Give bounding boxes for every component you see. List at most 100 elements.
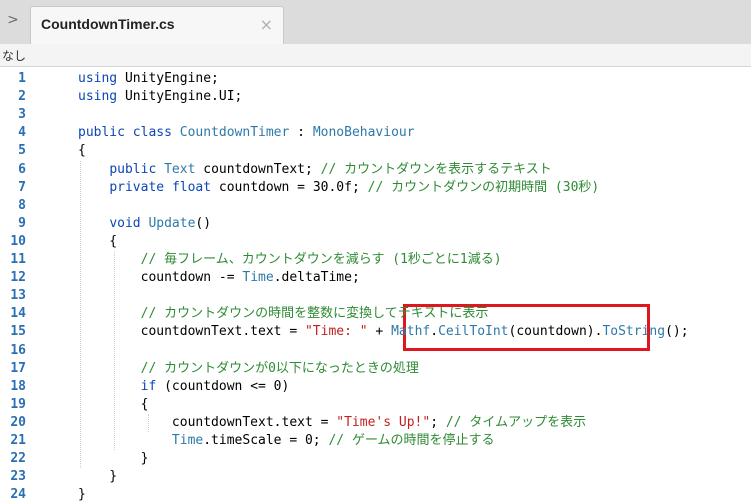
code-token: float	[171, 179, 212, 195]
code-line: 5{	[0, 142, 751, 160]
tab-title: CountdownTimer.cs	[41, 16, 175, 32]
code-line: 6 public Text countdownText; // カウントダウンを…	[0, 161, 751, 179]
code-token: if	[140, 378, 157, 394]
code-token: +	[367, 324, 392, 340]
code-token: {	[78, 143, 86, 159]
code-text: using UnityEngine.UI;	[78, 88, 242, 106]
code-line: 7 private float countdown = 30.0f; // カウ…	[0, 179, 751, 197]
code-text: // 毎フレーム、カウントダウンを減らす (1秒ごとに1減る)	[78, 251, 502, 269]
line-number: 6	[18, 161, 26, 177]
line-number: 15	[10, 324, 26, 340]
code-token: ;	[430, 414, 446, 430]
line-number: 2	[18, 89, 26, 105]
code-line: 15 countdownText.text = "Time: " + Mathf…	[0, 323, 751, 341]
code-token: countdown = 30.0f;	[211, 179, 368, 195]
code-token: // 毎フレーム、カウントダウンを減らす (1秒ごとに1減る)	[140, 252, 502, 267]
code-token: {	[78, 233, 118, 249]
code-token: Mathf	[391, 324, 431, 340]
code-text: countdownText.text = "Time's Up!"; // タイ…	[78, 414, 586, 432]
line-number: 14	[10, 306, 26, 322]
code-text: private float countdown = 30.0f; // カウント…	[78, 179, 599, 197]
line-number: 1	[18, 71, 26, 86]
code-token: ToString	[602, 324, 666, 340]
editor-window: > CountdownTimer.cs × なし 1 using UnityEng…	[0, 0, 751, 503]
line-number: 18	[10, 378, 26, 394]
indent-guide	[80, 160, 81, 469]
code-line: 9 void Update()	[0, 215, 751, 233]
code-token: // カウントダウンを表示するテキスト	[320, 161, 552, 177]
line-number: 5	[18, 143, 26, 159]
code-text: using UnityEngine;	[78, 70, 219, 88]
line-number: 4	[18, 125, 26, 141]
code-text: }	[78, 486, 86, 503]
code-text: // カウントダウンの時間を整数に変換してテキストに表示	[78, 305, 489, 323]
line-number: 11	[10, 252, 26, 267]
line-number: 20	[10, 414, 26, 430]
code-token: countdown -=	[78, 270, 243, 286]
code-token: CeilToInt	[438, 324, 509, 340]
line-number: 12	[10, 270, 26, 286]
code-token: }	[78, 469, 118, 485]
tab-bar: > CountdownTimer.cs ×	[0, 0, 751, 45]
tab-file[interactable]: CountdownTimer.cs ×	[30, 6, 284, 45]
code-line: 24}	[0, 486, 751, 503]
line-number: 3	[18, 107, 26, 123]
line-number: 10	[10, 233, 26, 249]
breadcrumb-label[interactable]: なし	[2, 47, 26, 64]
line-number: 16	[10, 342, 26, 358]
code-line: 11 // 毎フレーム、カウントダウンを減らす (1秒ごとに1減る)	[0, 251, 751, 269]
code-token: // ゲームの時間を停止する	[328, 433, 495, 448]
code-token: countdownText;	[195, 161, 321, 177]
code-token: Time	[242, 270, 274, 286]
code-token: private	[109, 179, 165, 195]
code-line: 13	[0, 287, 751, 305]
code-token: // タイムアップを表示	[445, 414, 587, 430]
code-line: 21 Time.timeScale = 0; // ゲームの時間を停止する	[0, 432, 751, 450]
code-text: Time.timeScale = 0; // ゲームの時間を停止する	[78, 432, 495, 450]
indent-guide	[148, 413, 149, 432]
code-token: UnityEngine.UI;	[117, 89, 243, 105]
code-line: 17 // カウントダウンが0以下になったときの処理	[0, 360, 751, 378]
code-line: 4 public class CountdownTimer : MonoBehav…	[0, 124, 751, 142]
code-token: "Time: "	[304, 324, 368, 340]
code-token: }	[78, 487, 86, 503]
code-text: countdown -= Time.deltaTime;	[78, 269, 360, 287]
code-line: 19 {	[0, 396, 751, 414]
code-token: Text	[164, 161, 196, 177]
code-token: void	[109, 215, 141, 231]
code-line: 8	[0, 197, 751, 215]
code-line: 3	[0, 106, 751, 124]
line-number: 8	[18, 197, 26, 213]
code-token: :	[289, 125, 313, 141]
code-token: using	[78, 71, 118, 86]
code-text: countdownText.text = "Time: " + Mathf.Ce…	[78, 323, 689, 341]
close-icon[interactable]: ×	[260, 15, 273, 34]
code-line: 18 if (countdown <= 0)	[0, 378, 751, 396]
code-line: 14 // カウントダウンの時間を整数に変換してテキストに表示	[0, 305, 751, 323]
code-token: Time	[171, 433, 204, 448]
code-editor[interactable]: 1 using UnityEngine; 2 using UnityEngine.UI…	[0, 67, 751, 503]
code-token: public	[109, 161, 157, 177]
line-number: 13	[10, 288, 26, 304]
line-number: 21	[10, 433, 26, 448]
chevron-right-icon[interactable]: >	[4, 10, 22, 30]
code-token: MonoBehaviour	[312, 125, 415, 141]
code-text: {	[78, 233, 117, 251]
line-number: 24	[10, 487, 26, 503]
code-token: countdownText.text =	[78, 414, 337, 430]
code-token: ();	[665, 324, 689, 340]
code-text: public Text countdownText; // カウントダウンを表示…	[78, 161, 552, 179]
code-token: .	[430, 324, 439, 340]
code-token: (countdown <= 0)	[156, 378, 290, 394]
